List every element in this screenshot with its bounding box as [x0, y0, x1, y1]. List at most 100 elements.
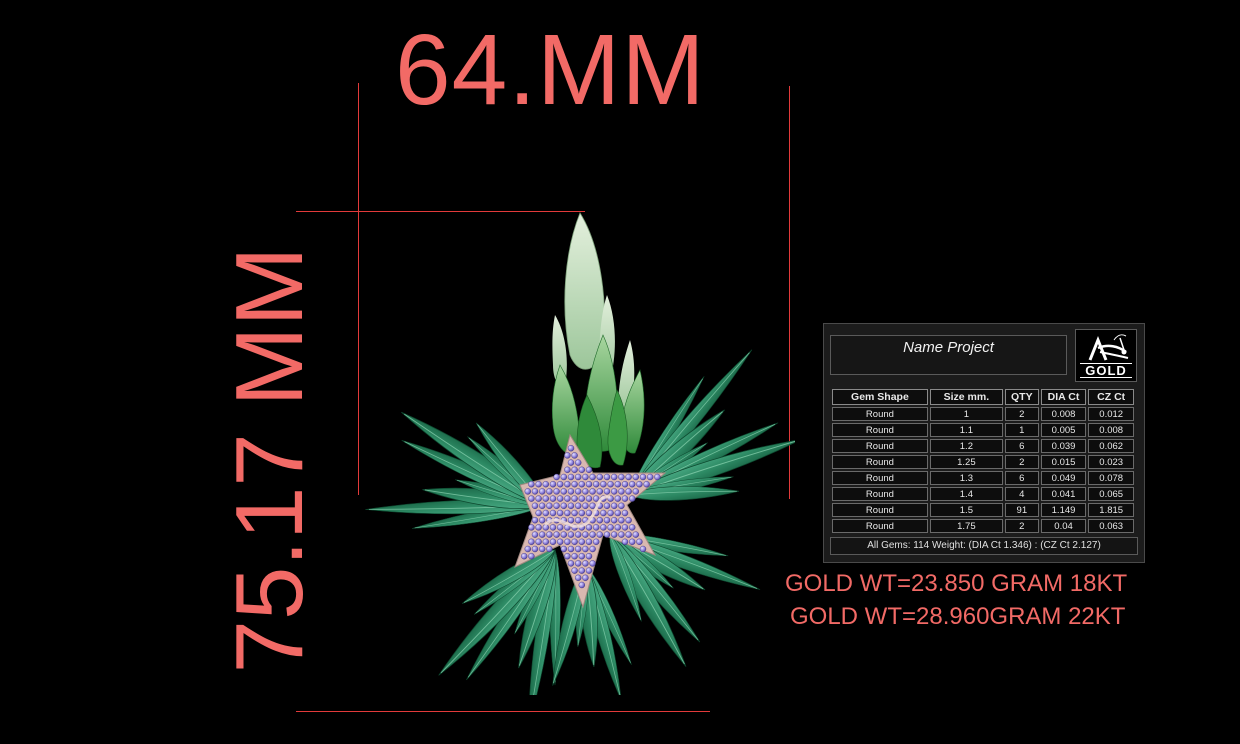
- gem-table-cell: 1.25: [929, 455, 1003, 469]
- gem-stone: [607, 509, 614, 517]
- gem-table-cell: Round: [832, 503, 928, 517]
- gem-stone: [560, 545, 568, 553]
- gem-stone: [528, 495, 535, 502]
- gem-stone: [585, 567, 593, 574]
- height-dimension-label: 75.17 MM: [216, 246, 323, 674]
- gem-stone: [535, 524, 542, 531]
- gem-table-row: Round 1.25 2 0.015 0.023: [832, 455, 1134, 469]
- gem-stone: [571, 567, 578, 574]
- gem-table-cell: 1.1: [929, 423, 1003, 437]
- gem-stone: [549, 538, 557, 545]
- gem-stone: [542, 538, 550, 545]
- gem-stone: [531, 531, 539, 538]
- gem-stone: [639, 473, 647, 481]
- top-sprout: [551, 212, 645, 469]
- grasshopper-icon: [1088, 334, 1129, 361]
- gem-stone: [549, 524, 557, 531]
- gem-stone: [564, 481, 571, 488]
- gem-summary: All Gems: 114 Weight: (DIA Ct 1.346) : (…: [830, 537, 1138, 555]
- gem-stone: [542, 481, 550, 488]
- gem-stone: [564, 509, 571, 517]
- gem-stone: [582, 488, 589, 495]
- gem-stone: [629, 481, 636, 488]
- gem-table-header: Gem Shape: [832, 389, 928, 405]
- gem-table-row: Round 1.1 1 0.005 0.008: [832, 423, 1134, 437]
- gem-stone: [571, 509, 578, 517]
- gem-table-cell: 0.062: [1088, 439, 1134, 453]
- gem-table-row: Round 1.4 4 0.041 0.065: [832, 487, 1134, 501]
- gem-stone: [528, 538, 535, 545]
- jewelry-render[interactable]: [355, 205, 795, 695]
- gem-info-panel: Name Project GOLD Gem Shape Size mm. QTY DI…: [823, 323, 1145, 563]
- gem-stone: [625, 488, 632, 495]
- gem-stone: [553, 531, 560, 538]
- gem-table-cell: 0.015: [1040, 455, 1087, 469]
- gem-stone: [582, 502, 589, 509]
- gem-stone: [603, 502, 611, 509]
- gem-stone: [582, 560, 589, 567]
- gem-table-header: QTY: [1004, 389, 1039, 405]
- gem-table-row: Round 1.75 2 0.04 0.063: [832, 519, 1134, 533]
- grasshopper-logo-icon: GOLD: [1075, 329, 1137, 382]
- gem-stone: [538, 502, 546, 509]
- gem-table-cell: 6: [1004, 471, 1039, 485]
- gem-table-cell: Round: [832, 423, 928, 437]
- gem-stone: [618, 488, 625, 495]
- gem-stone: [607, 524, 614, 531]
- gem-stone: [582, 545, 589, 553]
- gem-table-cell: 0.008: [1088, 423, 1134, 437]
- gem-stone: [571, 553, 578, 560]
- gem-stone: [574, 459, 582, 466]
- gem-table-cell: 1.3: [929, 471, 1003, 485]
- gem-stone: [567, 459, 575, 466]
- gem-table-cell: 0.078: [1088, 471, 1134, 485]
- gem-stone: [574, 502, 582, 509]
- gem-stone: [524, 488, 532, 495]
- gem-stone: [592, 481, 600, 488]
- gem-table-cell: 2: [1004, 519, 1039, 533]
- gem-table-cell: 1.815: [1088, 503, 1134, 517]
- project-name[interactable]: Name Project: [830, 335, 1067, 375]
- gem-table-cell: 0.04: [1040, 519, 1087, 533]
- gem-stone: [531, 545, 539, 553]
- gem-stone: [574, 560, 582, 567]
- gem-stone: [520, 553, 528, 560]
- gem-stone: [585, 553, 593, 560]
- gem-stone: [556, 509, 564, 517]
- gem-stone: [535, 495, 542, 502]
- gem-stone: [585, 466, 593, 473]
- gem-stone: [600, 481, 607, 488]
- gem-table-cell: 2: [1004, 407, 1039, 421]
- gem-table-cell: Round: [832, 455, 928, 469]
- gem-stone: [538, 531, 546, 538]
- gem-stone: [531, 488, 539, 495]
- gem-stone: [546, 488, 553, 495]
- gem-stone: [571, 466, 578, 473]
- gem-table-cell: 0.049: [1040, 471, 1087, 485]
- gem-stone: [567, 488, 575, 495]
- gem-stone: [589, 473, 596, 481]
- gem-stone: [596, 531, 604, 538]
- gem-stone: [585, 495, 593, 502]
- gem-table-row: Round 1.5 91 1.149 1.815: [832, 503, 1134, 517]
- gem-stone: [636, 481, 643, 488]
- gem-stone: [629, 538, 636, 545]
- gem-stone: [574, 488, 582, 495]
- gem-stone: [556, 481, 564, 488]
- gem-stone: [531, 517, 539, 524]
- gem-stone: [625, 517, 632, 524]
- gem-stone: [535, 481, 542, 488]
- gem-stone: [582, 531, 589, 538]
- gem-stone: [618, 517, 625, 524]
- gem-table-cell: 1.4: [929, 487, 1003, 501]
- gem-stone: [574, 531, 582, 538]
- gem-table-cell: Round: [832, 519, 928, 533]
- gem-stone: [546, 502, 553, 509]
- gem-stone: [560, 473, 568, 481]
- gem-stone: [549, 495, 557, 502]
- gem-table-cell: 1.2: [929, 439, 1003, 453]
- gem-stone: [531, 502, 539, 509]
- gem-stone: [567, 517, 575, 524]
- gem-stone: [632, 488, 639, 495]
- gem-table-cell: 1: [929, 407, 1003, 421]
